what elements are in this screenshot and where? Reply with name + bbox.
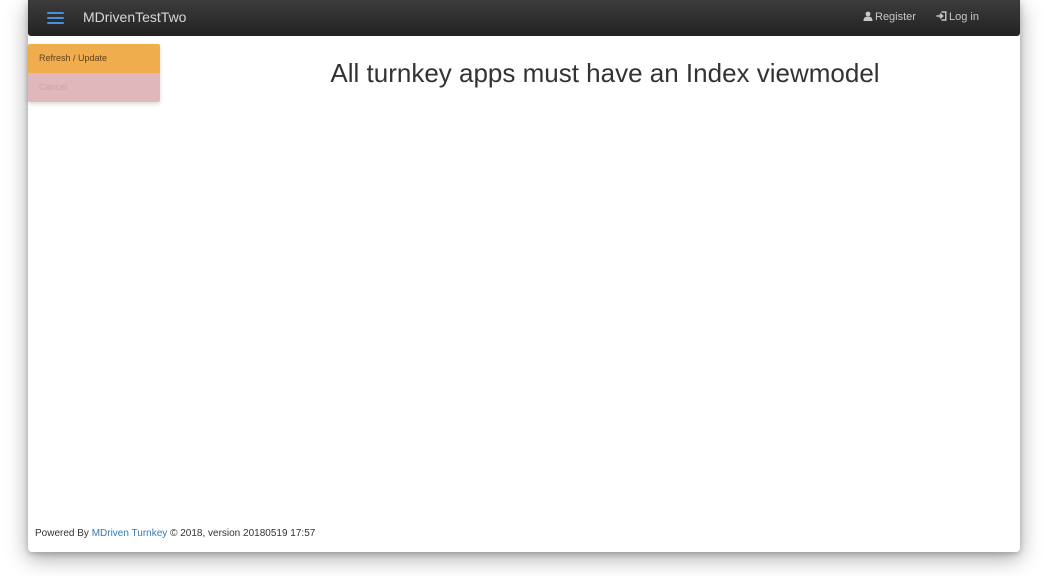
menu-bar [47,17,64,19]
brand-title[interactable]: MDrivenTestTwo [83,9,186,25]
page-title: All turnkey apps must have an Index view… [330,58,880,88]
log-in-icon [936,11,947,21]
footer: Powered By MDriven Turnkey © 2018, versi… [35,528,315,539]
menu-bar [47,22,64,24]
login-link[interactable]: Log in [936,11,979,23]
app-window: MDrivenTestTwo Register Log in Refresh /… [28,0,1020,552]
mdriven-turnkey-link[interactable]: MDriven Turnkey [92,528,168,539]
login-label: Log in [949,11,979,23]
menu-bar [47,12,64,14]
top-navbar: MDrivenTestTwo Register Log in [28,0,1020,36]
hamburger-menu-icon[interactable] [47,11,64,25]
footer-prefix: Powered By [35,528,89,539]
register-link[interactable]: Register [863,11,916,23]
action-panel: Refresh / Update Cancel [28,44,160,102]
cancel-button[interactable]: Cancel [28,73,160,102]
user-icon [863,11,873,21]
footer-version: © 2018, version 20180519 17:57 [170,528,316,539]
register-label: Register [875,11,916,23]
refresh-update-button[interactable]: Refresh / Update [28,44,160,73]
